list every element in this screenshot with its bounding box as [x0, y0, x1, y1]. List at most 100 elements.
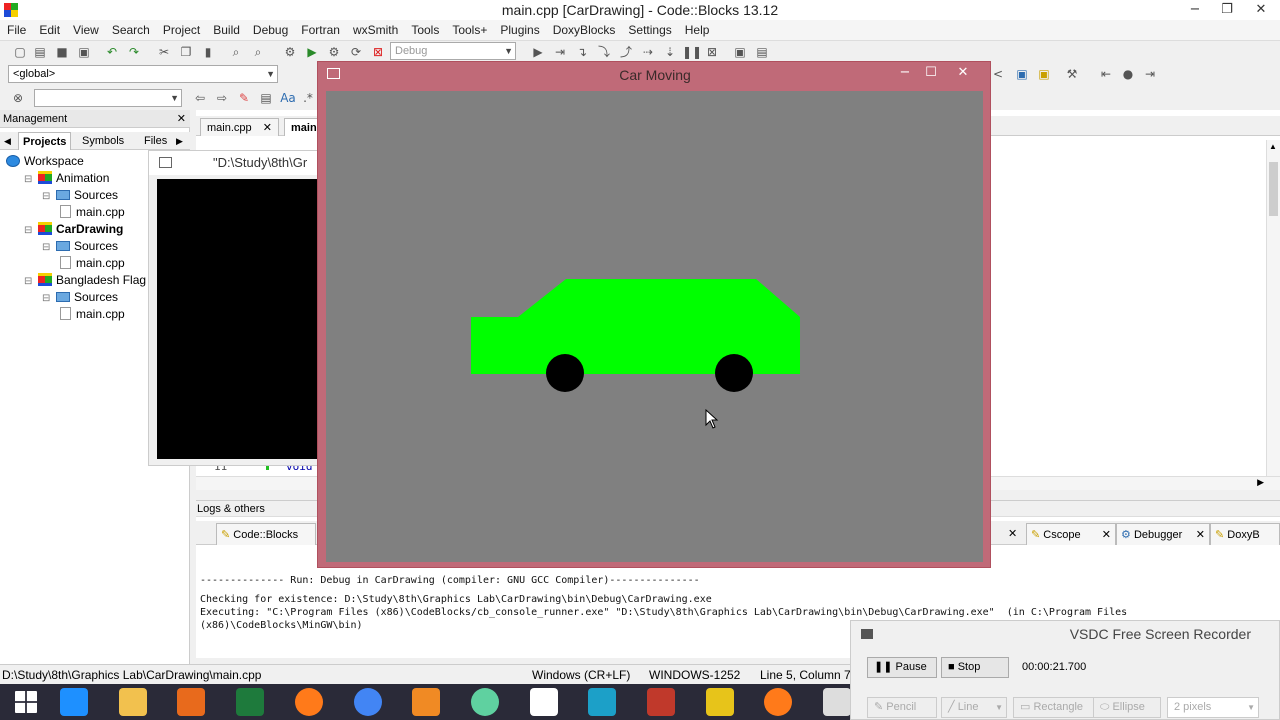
- redo-icon[interactable]: ↷: [126, 44, 142, 60]
- menu-plugins[interactable]: Plugins: [493, 20, 545, 40]
- recorder-icon[interactable]: [694, 686, 746, 718]
- replace-icon[interactable]: ⌕: [250, 44, 266, 60]
- step-into-icon[interactable]: ⤵: [596, 44, 612, 60]
- snipping-icon[interactable]: [518, 686, 570, 718]
- undo-icon[interactable]: ↶: [104, 44, 120, 60]
- codeblocks-taskbar-icon[interactable]: [576, 686, 628, 718]
- abort-icon[interactable]: ⊠: [370, 44, 386, 60]
- tree-item-folder[interactable]: ⊟ Sources: [42, 289, 118, 305]
- tree-item-file[interactable]: main.cpp: [60, 255, 125, 271]
- car-moving-window[interactable]: Car Moving − ☐ ✕: [317, 61, 991, 568]
- menu-wxsmith[interactable]: wxSmith: [346, 20, 404, 40]
- tree-item-project[interactable]: ⊟ Animation: [24, 170, 109, 186]
- collapse-icon[interactable]: ⊟: [24, 274, 36, 290]
- atom-icon[interactable]: [459, 686, 511, 718]
- close-tab-icon[interactable]: ✕: [1196, 524, 1205, 546]
- selected-text-icon[interactable]: ▤: [258, 90, 274, 106]
- save-icon[interactable]: ■: [54, 44, 70, 60]
- close-tab-icon[interactable]: ✕: [263, 122, 272, 134]
- editor-vertical-scrollbar[interactable]: ▲: [1266, 140, 1280, 480]
- help-icon[interactable]: ▣: [1036, 66, 1052, 82]
- car-window-minimize-button[interactable]: −: [892, 64, 918, 82]
- tree-item-project[interactable]: ⊟ CarDrawing: [24, 221, 123, 237]
- ellipse-tool-button[interactable]: ⬭ Ellipse: [1093, 697, 1161, 718]
- menu-search[interactable]: Search: [105, 20, 156, 40]
- tree-item-workspace[interactable]: Workspace: [6, 153, 84, 169]
- tree-item-folder[interactable]: ⊟ Sources: [42, 238, 118, 254]
- pen-size-select[interactable]: 2 pixels ▼: [1167, 697, 1259, 718]
- save-all-icon[interactable]: ▣: [76, 44, 92, 60]
- next-line-icon[interactable]: ↴: [574, 44, 590, 60]
- last-icon[interactable]: ⇥: [1142, 66, 1158, 82]
- menu-project[interactable]: Project: [156, 20, 206, 40]
- new-file-icon[interactable]: ▢: [12, 44, 28, 60]
- cut-icon[interactable]: ✂: [156, 44, 172, 60]
- scope-select[interactable]: <global> ▼: [8, 65, 278, 83]
- build-run-icon[interactable]: ⚙: [326, 44, 342, 60]
- car-window-maximize-button[interactable]: ☐: [918, 64, 944, 82]
- tree-item-file[interactable]: main.cpp: [60, 204, 125, 220]
- step-instruction-icon[interactable]: ⇣: [662, 44, 678, 60]
- run-to-cursor-icon[interactable]: ⇥: [552, 44, 568, 60]
- menu-settings[interactable]: Settings: [621, 20, 677, 40]
- internet-explorer-icon[interactable]: [48, 686, 100, 718]
- wrench-icon[interactable]: ⚒: [1064, 66, 1080, 82]
- rebuild-icon[interactable]: ⟳: [348, 44, 364, 60]
- open-icon[interactable]: ▤: [32, 44, 48, 60]
- pencil-tool-button[interactable]: ✎ Pencil: [867, 697, 937, 718]
- stop-button[interactable]: ■ Stop: [941, 657, 1009, 678]
- search-back-icon[interactable]: ⇦: [192, 90, 208, 106]
- run-icon[interactable]: ▶: [304, 44, 320, 60]
- scroll-up-icon[interactable]: ▲: [1269, 142, 1277, 151]
- xampp-icon[interactable]: [400, 686, 452, 718]
- regex-icon[interactable]: .*: [300, 90, 316, 106]
- excel-icon[interactable]: [224, 686, 276, 718]
- build-target-select[interactable]: Debug ▼: [390, 42, 516, 60]
- close-tab-icon[interactable]: ✕: [1004, 523, 1024, 545]
- tab-files[interactable]: Files: [140, 132, 171, 150]
- collapse-icon[interactable]: ⊟: [42, 291, 54, 307]
- menu-help[interactable]: Help: [678, 20, 716, 40]
- collapse-icon[interactable]: ⊟: [42, 189, 54, 205]
- tab-projects[interactable]: Projects: [18, 132, 72, 150]
- highlight-icon[interactable]: ✎: [236, 90, 252, 106]
- scroll-right-icon[interactable]: ▶: [1257, 477, 1264, 488]
- search-input[interactable]: ▼: [34, 89, 182, 107]
- log-tab-cscope[interactable]: ✎ Cscope ✕: [1026, 523, 1116, 545]
- collapse-icon[interactable]: ⊟: [24, 172, 36, 188]
- screen-recorder-window[interactable]: VSDC Free Screen Recorder ❚❚ Pause ■ Sto…: [850, 620, 1280, 720]
- rectangle-tool-button[interactable]: ▭ Rectangle: [1013, 697, 1099, 718]
- menu-fortran[interactable]: Fortran: [294, 20, 346, 40]
- start-icon[interactable]: [0, 686, 52, 718]
- paste-icon[interactable]: ▮: [200, 44, 216, 60]
- log-tab-debugger[interactable]: ⚙ Debugger ✕: [1116, 523, 1210, 545]
- editor-tab-main-cpp[interactable]: main.cpp ✕: [200, 118, 279, 136]
- build-gear-icon[interactable]: ⚙: [282, 44, 298, 60]
- menu-build[interactable]: Build: [206, 20, 246, 40]
- close-button[interactable]: ✕: [1246, 0, 1276, 20]
- next-instruction-icon[interactable]: ⇢: [640, 44, 656, 60]
- line-tool-button[interactable]: ╱ Line ▼: [941, 697, 1007, 718]
- console-window[interactable]: "D:\Study\8th\Gr: [148, 150, 325, 466]
- log-tab-codeblocks[interactable]: ✎ Code::Blocks: [216, 523, 316, 545]
- tab-scroll-left-icon[interactable]: ◀: [0, 132, 15, 150]
- scroll-thumb[interactable]: [1269, 162, 1278, 216]
- pause-debug-icon[interactable]: ❚❚: [682, 44, 702, 60]
- menu-debug[interactable]: Debug: [246, 20, 294, 40]
- minimize-button[interactable]: −: [1180, 0, 1210, 20]
- tab-scroll-right-icon[interactable]: ▶: [172, 132, 187, 150]
- collapse-icon[interactable]: ⊟: [42, 240, 54, 256]
- car-window-close-button[interactable]: ✕: [950, 64, 976, 82]
- bookmark-icon[interactable]: ▣: [1014, 66, 1030, 82]
- tree-item-file[interactable]: main.cpp: [60, 306, 125, 322]
- firefox-icon[interactable]: [283, 686, 335, 718]
- pause-button[interactable]: ❚❚ Pause: [867, 657, 937, 678]
- tree-item-folder[interactable]: ⊟ Sources: [42, 187, 118, 203]
- collapse-icon[interactable]: ⊟: [24, 223, 36, 239]
- nav-back-icon[interactable]: <: [990, 66, 1006, 82]
- menu-tools[interactable]: Tools: [404, 20, 445, 40]
- tree-item-project[interactable]: ⊟ Bangladesh Flag: [24, 272, 146, 288]
- clear-search-icon[interactable]: ⊗: [10, 90, 26, 106]
- matlab-icon[interactable]: [165, 686, 217, 718]
- first-icon[interactable]: ⇤: [1098, 66, 1114, 82]
